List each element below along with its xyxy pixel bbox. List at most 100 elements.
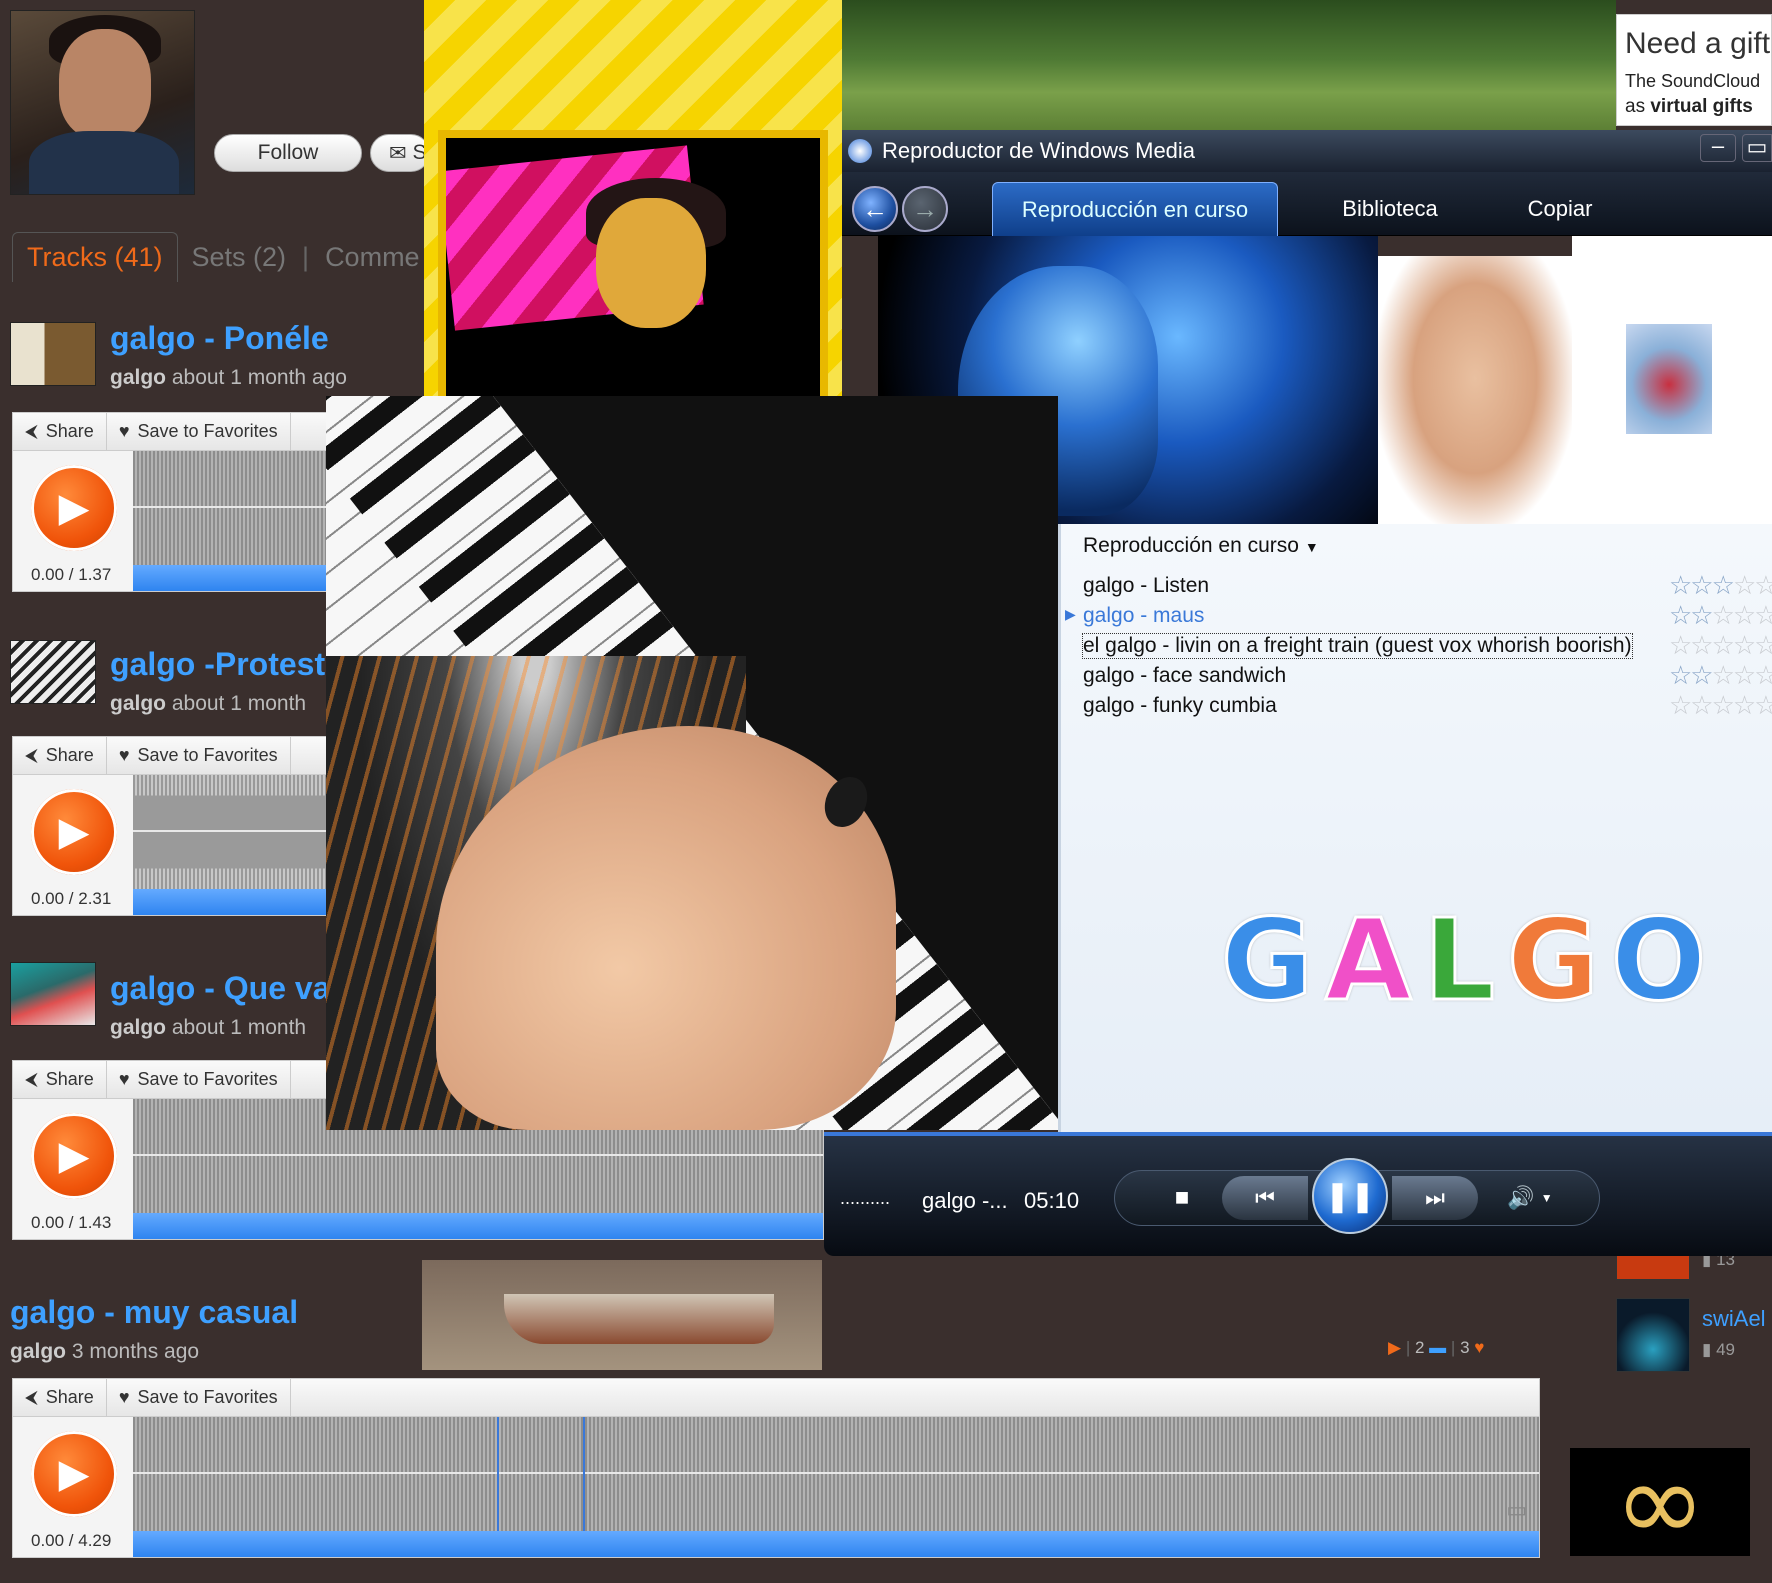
gift-promo[interactable]: Need a gift The SoundCloud as virtual gi… [1616, 14, 1772, 126]
tab-tracks[interactable]: Tracks (41) [12, 232, 178, 282]
next-button[interactable]: ⏭ [1392, 1176, 1478, 1220]
track-title[interactable]: galgo - Ponéle [110, 320, 329, 357]
playlist-item-current[interactable]: galgo - maus [1083, 604, 1204, 628]
wmp-logo-icon [848, 139, 872, 163]
rating-stars[interactable]: ☆☆☆☆☆ [1669, 690, 1772, 721]
heart-icon: ♥ [118, 1069, 130, 1089]
playlist-item-selected[interactable]: el galgo - livin on a freight train (gue… [1082, 633, 1633, 659]
progress-bar[interactable] [133, 889, 327, 915]
waveform[interactable] [133, 775, 327, 889]
back-button[interactable]: ← [852, 186, 898, 232]
mail-icon: ✉ [389, 141, 407, 165]
send-message-button[interactable]: ✉ S [370, 134, 430, 172]
tab-library[interactable]: Biblioteca [1310, 182, 1470, 236]
piano-hand-collage [326, 396, 1058, 1130]
favorite-button[interactable]: ♥ Save to Favorites [107, 1379, 291, 1417]
track-title[interactable]: galgo -Protest [110, 646, 325, 683]
track-artwork-piano[interactable] [10, 640, 96, 704]
infinity-symbol: ∞ [1614, 1438, 1706, 1566]
track-artwork-guitar[interactable] [10, 322, 96, 386]
wmp-titlebar: Reproductor de Windows Media ‒ ▭ [840, 130, 1772, 172]
now-playing-dots: .......... [840, 1188, 891, 1208]
elapsed-time: 05:10 [1024, 1188, 1080, 1213]
speaker-icon: 🔊 [1507, 1185, 1535, 1210]
rating-stars[interactable]: ☆☆☆☆☆ [1669, 630, 1772, 661]
track-user[interactable]: galgo [110, 1016, 166, 1039]
forward-button[interactable]: → [902, 186, 948, 232]
wmp-controls: .......... galgo -... 05:10 ■ ⏮ ❚❚ ⏭ 🔊 ▼ [824, 1132, 1772, 1256]
waveform-icon: ▮ [1702, 1340, 1712, 1359]
pause-button[interactable]: ❚❚ [1312, 1158, 1388, 1234]
playlist-header[interactable]: Reproducción en curso ▼ [1083, 534, 1319, 558]
volume-button[interactable]: 🔊 ▼ [1500, 1180, 1560, 1216]
stop-button[interactable]: ■ [1164, 1180, 1200, 1216]
tab-now-playing[interactable]: Reproducción en curso [992, 182, 1278, 236]
logo-letter: G [1506, 895, 1601, 1028]
gift-text-2: as virtual gifts [1625, 96, 1753, 117]
profile-avatar[interactable] [10, 10, 195, 195]
waveform[interactable] [133, 1417, 1539, 1531]
minimize-button[interactable]: ‒ [1700, 134, 1736, 162]
playlist-item[interactable]: galgo - face sandwich [1083, 664, 1286, 688]
avatar-face [59, 29, 151, 139]
favorite-button[interactable]: ♥ Save to Favorites [107, 737, 291, 775]
track-user[interactable]: galgo [10, 1340, 66, 1363]
play-icon: ▶ [58, 810, 90, 854]
stop-icon: ■ [1174, 1184, 1190, 1211]
avatar-shirt [29, 131, 179, 194]
play-button[interactable]: ▶ [31, 465, 117, 551]
playlist-item[interactable]: galgo - funky cumbia [1083, 694, 1277, 718]
album-art-yellow [424, 0, 842, 428]
sidebar-item-title[interactable]: swiAel [1702, 1306, 1766, 1332]
boat-image [422, 1260, 822, 1370]
progress-bar[interactable] [133, 1213, 823, 1239]
arrow-right-icon: → [912, 193, 938, 224]
windows-media-player-header: Reproductor de Windows Media ‒ ▭ ← → Rep… [840, 130, 1772, 236]
forest-image [842, 0, 1616, 132]
track-title[interactable]: galgo - Que va [110, 970, 330, 1007]
track-time: 0.00 / 1.37 [31, 565, 112, 584]
tab-rip[interactable]: Copiar [1490, 182, 1630, 236]
dropdown-arrow-icon: ▼ [1304, 539, 1319, 555]
waveform[interactable] [133, 451, 327, 565]
rating-stars[interactable]: ☆☆☆☆☆ [1669, 570, 1772, 601]
heart-icon: ♥ [118, 745, 130, 765]
share-button[interactable]: ⮜ Share [13, 1061, 107, 1099]
share-icon: ⮜ [25, 745, 38, 765]
play-button[interactable]: ▶ [31, 789, 117, 875]
track-user[interactable]: galgo [110, 366, 166, 389]
rating-stars[interactable]: ☆☆☆☆☆ [1669, 600, 1772, 631]
track-user[interactable]: galgo [110, 692, 166, 715]
maximize-button[interactable]: ▭ [1742, 134, 1772, 162]
rating-stars[interactable]: ☆☆☆☆☆ [1669, 660, 1772, 691]
play-button[interactable]: ▶ [31, 1113, 117, 1199]
track-artwork-abstract[interactable] [10, 962, 96, 1026]
track-title[interactable]: galgo - muy casual [10, 1294, 298, 1331]
favorite-button[interactable]: ♥ Save to Favorites [107, 1061, 291, 1099]
boat-hull [504, 1294, 774, 1344]
follow-button[interactable]: Follow [214, 134, 362, 172]
track-time: 0.00 / 2.31 [31, 889, 112, 908]
previous-button[interactable]: ⏮ [1222, 1176, 1308, 1220]
progress-bar[interactable] [133, 565, 327, 591]
favorite-button[interactable]: ♥ Save to Favorites [107, 413, 291, 451]
track-player: ⮜ Share ♥ Save to Favorites ▶ 0.00 / 4.29 ▭ [12, 1378, 1540, 1558]
add-comment-icon[interactable]: ▭ [1506, 1497, 1527, 1523]
share-icon: ⮜ [25, 1069, 38, 1089]
comment-icon: ▬ [1429, 1338, 1447, 1357]
logo-letter: A [1323, 895, 1413, 1028]
track-time: 0.00 / 1.43 [31, 1213, 112, 1232]
face-photo [1626, 324, 1712, 434]
sidebar-thumb-ocean[interactable] [1616, 1298, 1690, 1372]
wmp-playlist: Reproducción en curso ▼ galgo - Listen ☆… [1058, 524, 1772, 1132]
progress-bar[interactable] [133, 1531, 1539, 1557]
share-button[interactable]: ⮜ Share [13, 413, 107, 451]
share-button[interactable]: ⮜ Share [13, 1379, 107, 1417]
playlist-item[interactable]: galgo - Listen [1083, 574, 1209, 598]
tab-comments[interactable]: Comme [311, 232, 434, 282]
play-icon: ▶ [58, 1452, 90, 1496]
share-button[interactable]: ⮜ Share [13, 737, 107, 775]
play-button[interactable]: ▶ [31, 1431, 117, 1517]
gift-title: Need a gift [1625, 27, 1771, 60]
tab-sets[interactable]: Sets (2) [178, 232, 301, 282]
